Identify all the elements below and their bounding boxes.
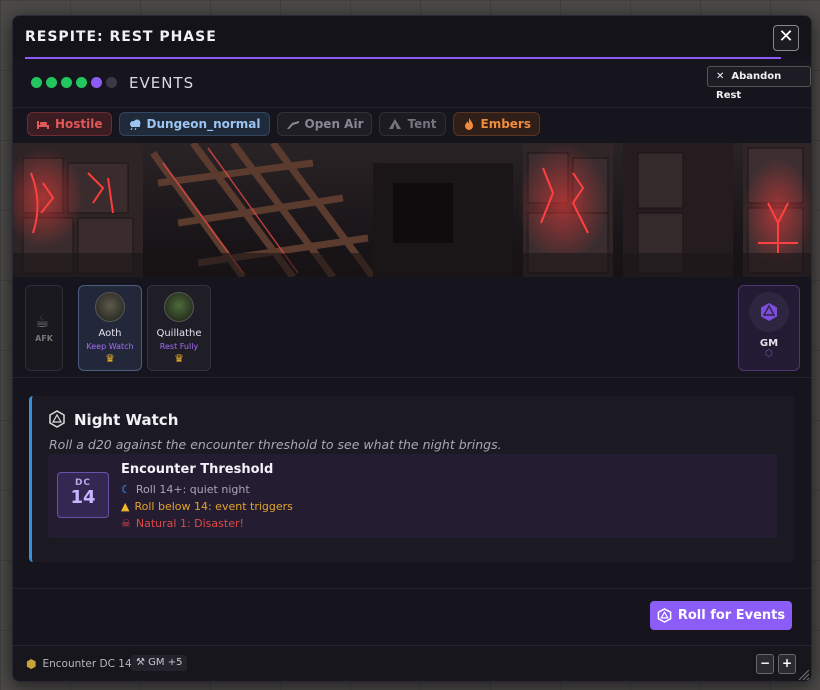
event-title: Night Watch	[74, 411, 179, 429]
tag-embers[interactable]: Embers	[452, 112, 540, 136]
rule-text: Natural 1: Disaster!	[135, 517, 244, 530]
d20-icon	[761, 303, 777, 321]
dc-badge: DC 14	[57, 472, 109, 518]
dungeon-banner-image	[13, 143, 811, 277]
avatar	[164, 292, 194, 322]
event-panel: Night Watch Roll a d20 against the encou…	[29, 396, 795, 562]
phase-progress-dots	[31, 77, 117, 88]
member-status: Rest Fully	[159, 342, 199, 351]
abandon-rest-label: Abandon Rest	[716, 71, 782, 101]
party-member-card[interactable]: Quillathe Rest Fully ♛	[147, 285, 211, 371]
encounter-dc-text: Encounter DC 14	[42, 658, 132, 670]
status-bar: ⬢ Encounter DC 14 ⚒ GM +5 − +	[13, 645, 811, 681]
threshold-rule-event: ▲ Roll below 14: event triggers	[121, 500, 293, 513]
tag-label: Tent	[407, 117, 437, 131]
tent-icon	[389, 119, 402, 129]
warning-icon: ▲	[121, 500, 130, 513]
gm-label: GM	[759, 338, 779, 349]
tag-open-air[interactable]: Open Air	[276, 112, 373, 136]
skull-icon: ☠	[121, 517, 131, 530]
gm-modifier-text: GM +5	[148, 657, 183, 668]
tag-hostile[interactable]: Hostile	[27, 112, 112, 136]
hammer-icon: ⚒	[136, 657, 145, 668]
member-name: Aoth	[98, 328, 122, 339]
action-footer: Roll for Events	[13, 588, 811, 645]
window-titlebar[interactable]: RESPITE: REST PHASE ✕	[13, 16, 811, 59]
encounter-threshold-box: DC 14 Encounter Threshold ☾ Roll 14+: qu…	[48, 454, 777, 538]
phase-dot	[76, 77, 87, 88]
phase-dot	[31, 77, 42, 88]
threshold-rule-disaster: ☠ Natural 1: Disaster!	[121, 517, 244, 530]
gm-card[interactable]: GM ⬡	[738, 285, 800, 371]
threshold-title: Encounter Threshold	[121, 462, 274, 477]
phase-dot	[46, 77, 57, 88]
rule-text: Roll 14+: quiet night	[135, 483, 250, 496]
tag-label: Dungeon_normal	[146, 117, 261, 131]
phase-label: EVENTS	[129, 74, 195, 92]
party-member-card[interactable]: Aoth Keep Watch ♛	[78, 285, 142, 371]
d20-icon: ⬢	[26, 657, 37, 671]
afk-slot[interactable]: ☕ AFK	[25, 285, 63, 371]
dungeon-scene-illustration	[13, 143, 811, 277]
gm-avatar	[749, 292, 789, 332]
bed-icon	[37, 121, 49, 129]
phase-bar: EVENTS ✕ Abandon Rest	[13, 59, 811, 108]
crown-icon: ♛	[105, 352, 115, 365]
shelter-icon	[286, 121, 299, 129]
event-description: Roll a d20 against the encounter thresho…	[49, 437, 502, 452]
d20-icon	[657, 608, 672, 623]
phase-dot-pending	[106, 77, 117, 88]
abandon-rest-button[interactable]: ✕ Abandon Rest	[707, 66, 811, 101]
tag-label: Hostile	[55, 117, 103, 131]
close-icon: ✕	[716, 71, 725, 82]
d20-small-icon: ⬡	[765, 349, 773, 359]
d20-icon	[48, 410, 66, 432]
member-name: Quillathe	[156, 328, 202, 339]
phase-dot	[61, 77, 72, 88]
zoom-out-button[interactable]: −	[756, 654, 774, 674]
crown-icon: ♛	[174, 352, 184, 365]
fire-icon	[464, 118, 473, 130]
window-title: RESPITE: REST PHASE	[25, 29, 217, 45]
dc-value: 14	[70, 487, 96, 508]
afk-label: AFK	[35, 334, 53, 343]
rule-text: Roll below 14: event triggers	[134, 500, 293, 513]
member-status: Keep Watch	[86, 342, 134, 351]
rest-phase-window: RESPITE: REST PHASE ✕ EVENTS ✕ Abandon R…	[12, 15, 812, 682]
gm-modifier-badge: ⚒ GM +5	[131, 655, 188, 671]
encounter-dc-status: ⬢ Encounter DC 14	[26, 657, 132, 671]
zoom-in-button[interactable]: +	[778, 654, 796, 674]
roll-button-label: Roll for Events	[677, 608, 786, 623]
tag-tent[interactable]: Tent	[379, 112, 446, 136]
tag-label: Embers	[480, 117, 532, 131]
roll-for-events-button[interactable]: Roll for Events	[650, 601, 792, 630]
tag-label: Open Air	[304, 117, 364, 131]
moon-icon: ☾	[121, 483, 131, 496]
threshold-rule-quiet: ☾ Roll 14+: quiet night	[121, 483, 250, 496]
resize-grip-icon[interactable]	[797, 668, 809, 680]
cloud-icon	[129, 119, 141, 130]
avatar	[95, 292, 125, 322]
rest-condition-tags: Hostile Dungeon_normal Open Air Tent Emb…	[27, 112, 540, 136]
phase-dot-current	[91, 77, 102, 88]
tag-dungeon-normal[interactable]: Dungeon_normal	[118, 112, 270, 136]
coffee-icon: ☕	[35, 312, 50, 331]
close-button[interactable]: ✕	[773, 25, 799, 51]
party-roster: ☕ AFK Aoth Keep Watch ♛ Quillathe Rest F…	[13, 277, 811, 378]
